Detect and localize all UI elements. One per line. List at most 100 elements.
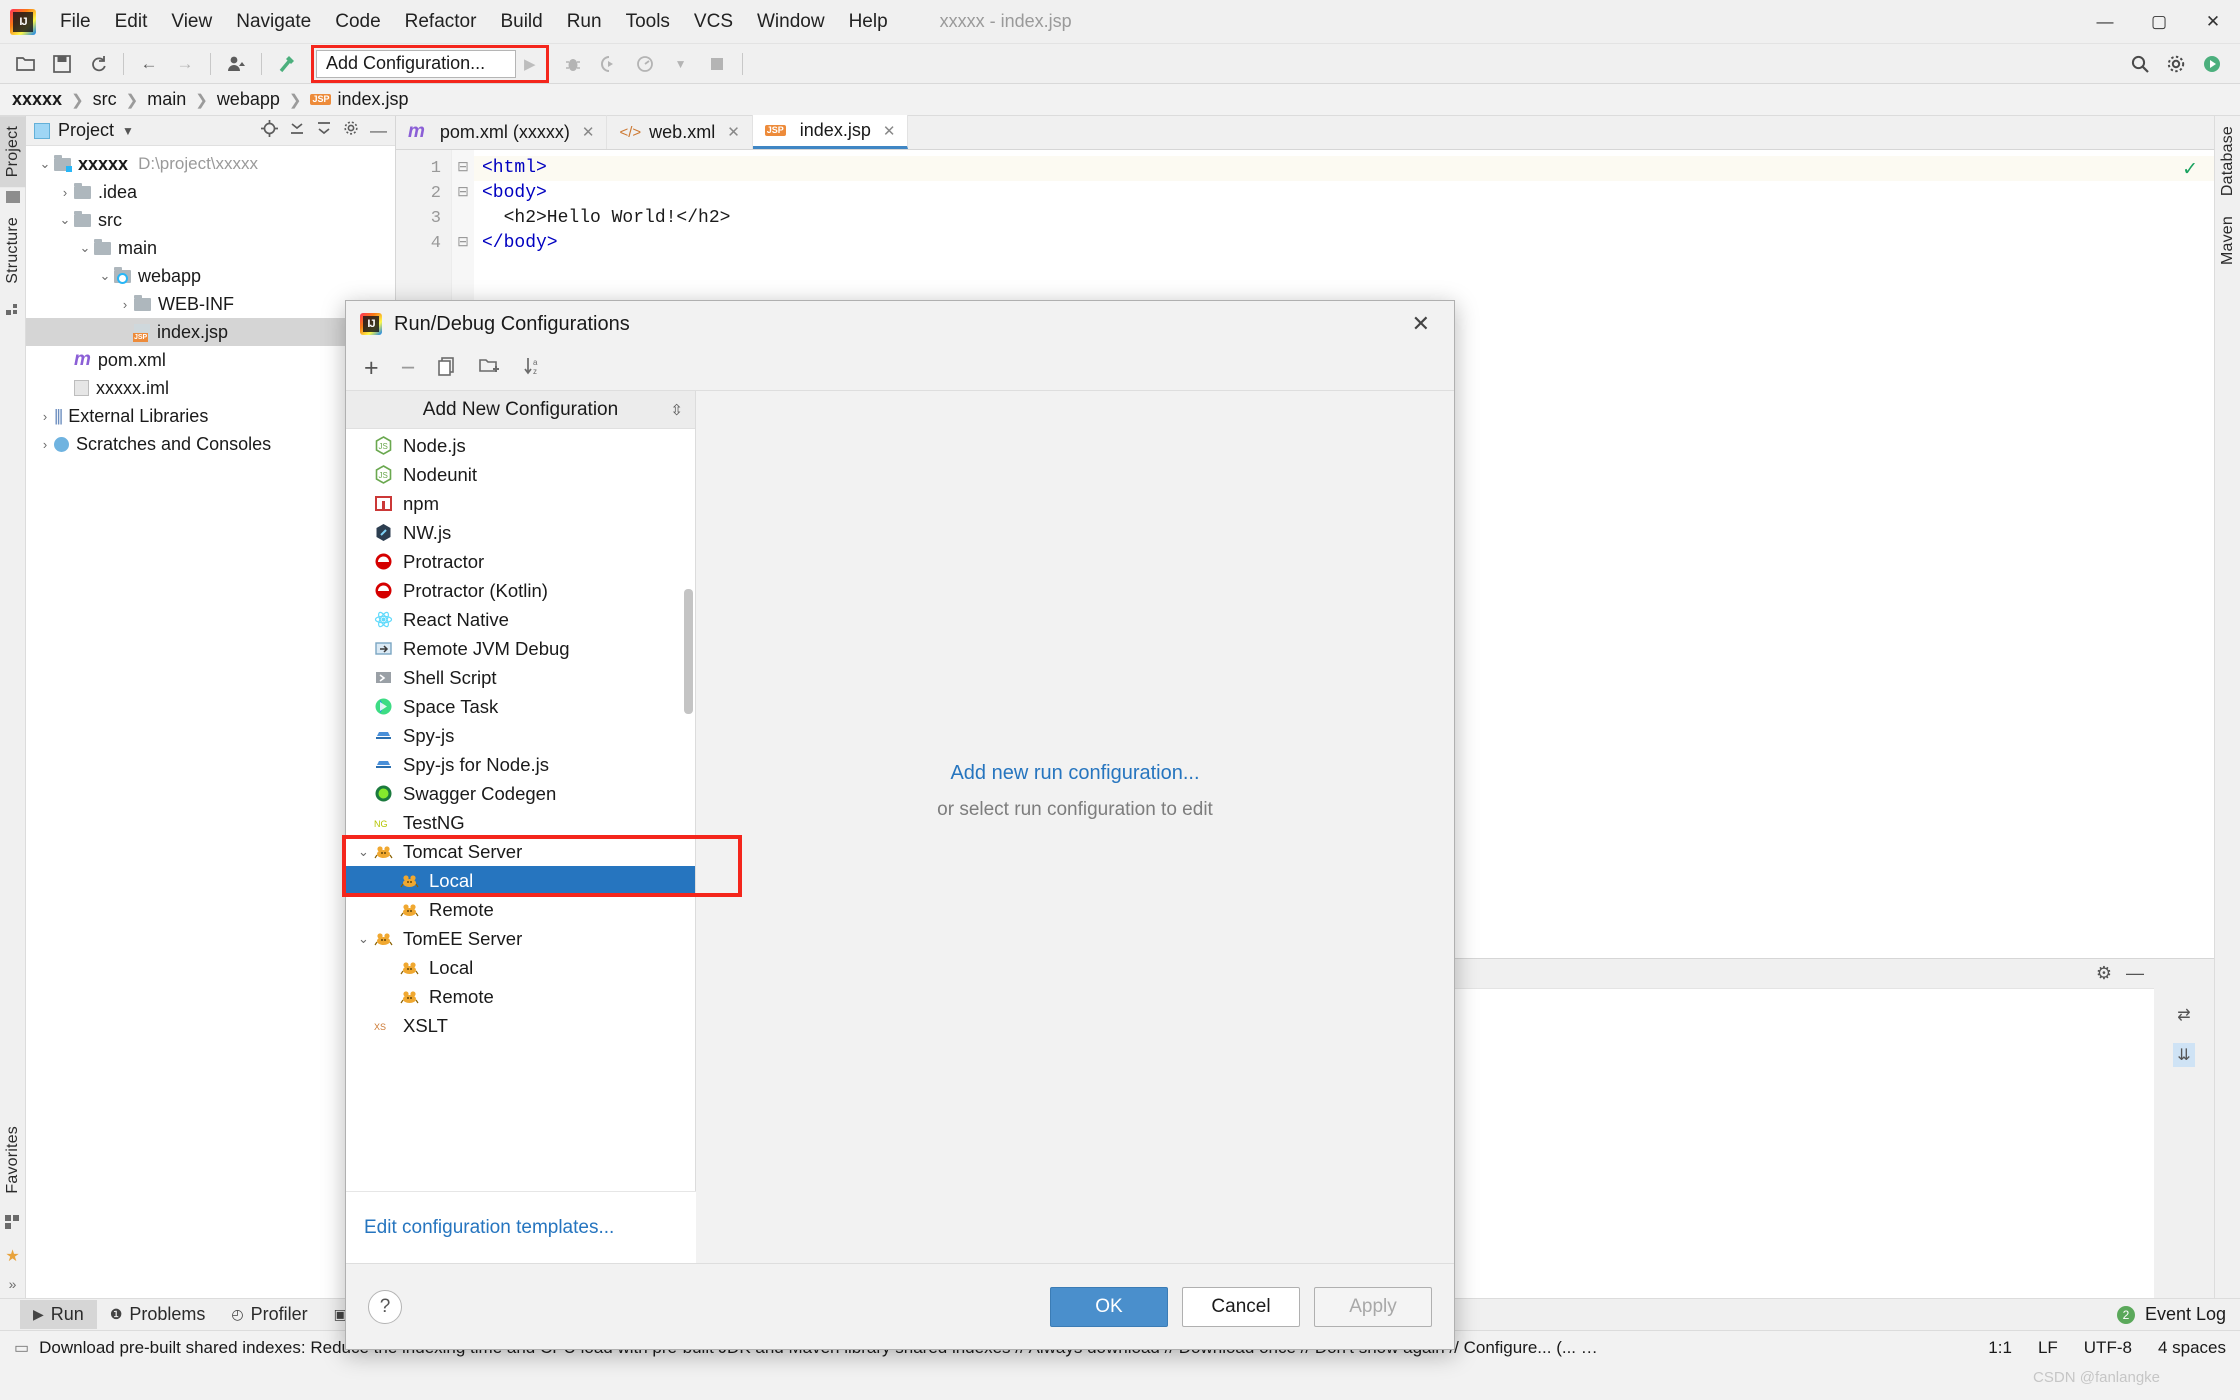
chevron-down-icon[interactable]: ⌄: [96, 268, 114, 284]
maximize-button[interactable]: ▢: [2132, 0, 2186, 44]
event-log-label[interactable]: Event Log: [2145, 1304, 2226, 1325]
chevron-down-icon[interactable]: ⌄: [76, 240, 94, 256]
run-play-icon[interactable]: ▶: [516, 55, 544, 73]
config-type-local[interactable]: Local: [346, 866, 695, 895]
chevron-down-icon[interactable]: ▼: [122, 124, 134, 138]
stop-icon[interactable]: [702, 50, 732, 78]
folder-add-icon[interactable]: [479, 357, 501, 381]
save-icon[interactable]: [47, 50, 77, 78]
tree-row[interactable]: ›|||External Libraries: [26, 402, 395, 430]
apply-button[interactable]: Apply: [1314, 1287, 1432, 1327]
config-type-xslt[interactable]: XSXSLT: [346, 1011, 695, 1040]
tree-row[interactable]: ›WEB-INF: [26, 290, 395, 318]
menu-navigate[interactable]: Navigate: [224, 7, 323, 37]
wrap-icon[interactable]: ⇄: [2177, 1005, 2190, 1025]
config-type-testng[interactable]: NGTestNG: [346, 808, 695, 837]
tree-row[interactable]: ›.idea: [26, 178, 395, 206]
settings-gear-icon[interactable]: ⚙: [2096, 963, 2112, 984]
menu-view[interactable]: View: [159, 7, 224, 37]
tree-row[interactable]: xxxxx.iml: [26, 374, 395, 402]
config-type-tomee-server[interactable]: ⌄TomEE Server: [346, 924, 695, 953]
forward-arrow-icon[interactable]: →: [170, 50, 200, 78]
file-encoding[interactable]: UTF-8: [2084, 1338, 2132, 1358]
breadcrumb-item-project[interactable]: xxxxx: [12, 89, 62, 110]
scroll-to-end-icon[interactable]: ⇊: [2173, 1043, 2194, 1067]
chevron-right-icon[interactable]: ›: [56, 185, 74, 200]
config-type-remote[interactable]: Remote: [346, 895, 695, 924]
search-icon[interactable]: [2125, 50, 2155, 78]
target-icon[interactable]: [261, 120, 278, 142]
add-configuration-button[interactable]: Add Configuration...: [316, 50, 516, 78]
more-icon[interactable]: »: [9, 1276, 17, 1292]
tree-row[interactable]: ⌄xxxxxD:\project\xxxxx: [26, 150, 395, 178]
indent-setting[interactable]: 4 spaces: [2158, 1338, 2226, 1358]
chevron-right-icon[interactable]: ›: [116, 297, 134, 312]
menu-run[interactable]: Run: [555, 7, 614, 37]
open-folder-icon[interactable]: [11, 50, 41, 78]
chevron-down-icon[interactable]: ▼: [666, 50, 696, 78]
editor-tab-indexjsp[interactable]: JSP index.jsp ✕: [753, 115, 909, 149]
menu-bar[interactable]: File Edit View Navigate Code Refactor Bu…: [48, 7, 900, 37]
edit-configuration-templates-link[interactable]: Edit configuration templates...: [364, 1217, 614, 1239]
menu-code[interactable]: Code: [323, 7, 392, 37]
chevron-down-icon[interactable]: ⌄: [358, 844, 374, 860]
tree-row[interactable]: index.jsp: [26, 318, 395, 346]
minimize-button[interactable]: —: [2078, 0, 2132, 44]
tree-row[interactable]: ⌄src: [26, 206, 395, 234]
ide-icon[interactable]: [2197, 50, 2227, 78]
menu-tools[interactable]: Tools: [614, 7, 682, 37]
back-arrow-icon[interactable]: ←: [134, 50, 164, 78]
config-type-protractor-kotlin[interactable]: Protractor (Kotlin): [346, 576, 695, 605]
config-type-npm[interactable]: npm: [346, 489, 695, 518]
menu-vcs[interactable]: VCS: [682, 7, 745, 37]
fold-marker-icon[interactable]: ⊟: [452, 181, 474, 206]
minimize-icon[interactable]: —: [2126, 963, 2144, 984]
line-separator[interactable]: LF: [2038, 1338, 2058, 1358]
breadcrumb-item-webapp[interactable]: webapp: [217, 89, 280, 110]
config-type-nw-js[interactable]: NW.js: [346, 518, 695, 547]
remove-minus-icon[interactable]: −: [401, 354, 416, 383]
tool-tab-profiler[interactable]: ◴ Profiler: [218, 1300, 320, 1329]
editor-tab-pom[interactable]: m pom.xml (xxxxx) ✕: [396, 115, 607, 149]
close-icon[interactable]: ✕: [883, 122, 896, 140]
vcs-update-icon[interactable]: [221, 50, 251, 78]
sidebar-tab-project[interactable]: Project: [0, 116, 26, 187]
sidebar-tab-maven[interactable]: Maven: [2215, 206, 2240, 275]
tree-row[interactable]: ›Scratches and Consoles: [26, 430, 395, 458]
settings-gear-icon[interactable]: [2161, 50, 2191, 78]
config-type-protractor[interactable]: Protractor: [346, 547, 695, 576]
ok-button[interactable]: OK: [1050, 1287, 1168, 1327]
menu-refactor[interactable]: Refactor: [393, 7, 489, 37]
list-scrollbar[interactable]: [684, 589, 693, 714]
grid-icon[interactable]: [5, 1214, 20, 1236]
config-type-shell-script[interactable]: Shell Script: [346, 663, 695, 692]
caret-position[interactable]: 1:1: [1988, 1338, 2012, 1358]
configuration-type-list[interactable]: JSNode.jsJSNodeunitnpmNW.jsProtractorPro…: [346, 429, 695, 1191]
breadcrumb-item-main[interactable]: main: [147, 89, 186, 110]
config-type-spy-js[interactable]: Spy-js: [346, 721, 695, 750]
sidebar-tab-structure[interactable]: Structure: [0, 207, 26, 294]
collapse-icon[interactable]: ⇳: [670, 401, 683, 419]
breadcrumb-item-src[interactable]: src: [93, 89, 117, 110]
help-button[interactable]: ?: [368, 1290, 402, 1324]
config-type-space-task[interactable]: Space Task: [346, 692, 695, 721]
fold-marker-icon[interactable]: ⊟: [452, 231, 474, 256]
fold-marker-icon[interactable]: ⊟: [452, 156, 474, 181]
menu-file[interactable]: File: [48, 7, 103, 37]
chevron-right-icon[interactable]: ›: [36, 409, 54, 424]
menu-window[interactable]: Window: [745, 7, 837, 37]
menu-help[interactable]: Help: [837, 7, 900, 37]
chevron-down-icon[interactable]: ⌄: [358, 931, 374, 947]
config-type-spy-js-for-node-js[interactable]: Spy-js for Node.js: [346, 750, 695, 779]
cancel-button[interactable]: Cancel: [1182, 1287, 1300, 1327]
collapse-all-icon[interactable]: [289, 120, 305, 141]
chevron-right-icon[interactable]: ›: [36, 437, 54, 452]
window-controls[interactable]: — ▢ ✕: [2078, 0, 2240, 44]
tree-row[interactable]: mpom.xml: [26, 346, 395, 374]
config-type-nodeunit[interactable]: JSNodeunit: [346, 460, 695, 489]
sidebar-tab-database[interactable]: Database: [2215, 116, 2240, 206]
breadcrumb-item-file[interactable]: index.jsp: [337, 89, 408, 110]
add-plus-icon[interactable]: +: [364, 354, 379, 383]
tool-tab-run[interactable]: ▶ Run: [20, 1300, 97, 1329]
sync-icon[interactable]: [83, 50, 113, 78]
